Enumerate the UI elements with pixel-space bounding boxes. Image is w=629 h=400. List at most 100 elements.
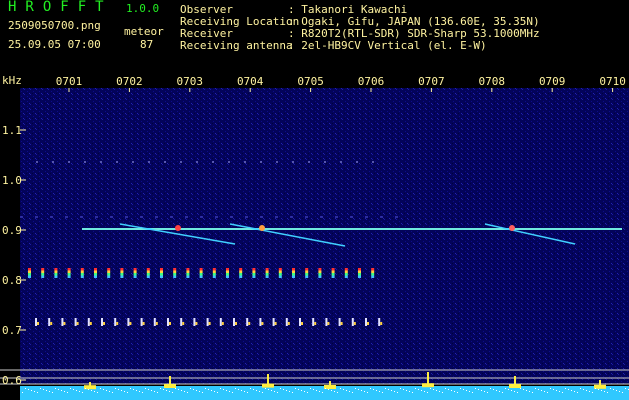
amplitude-noise: [145, 388, 146, 389]
amplitude-noise: [55, 388, 56, 389]
amplitude-noise: [382, 392, 383, 393]
pulse-segment: [160, 275, 163, 278]
amplitude-noise: [319, 391, 320, 392]
amplitude-noise: [280, 388, 281, 389]
amplitude-noise: [496, 390, 497, 391]
pulse-segment: [314, 322, 317, 325]
amplitude-peak: [329, 381, 331, 386]
amplitude-noise: [202, 392, 203, 393]
pulse-segment: [327, 322, 330, 325]
pulse-segment: [252, 275, 256, 278]
header: HROFFT 1.0.0 2509050700.png 25.09.05 07:…: [0, 0, 629, 72]
pulse-segment: [292, 275, 295, 278]
pulse-segment: [80, 273, 84, 276]
pulse-segment: [37, 322, 39, 325]
pulse-segment: [193, 318, 196, 326]
antenna-label: Receiving antenna: [180, 39, 293, 52]
amplitude-noise: [454, 391, 455, 392]
pulse-segment: [235, 322, 237, 325]
pulse-segment: [278, 268, 282, 271]
amplitude-noise: [196, 390, 197, 391]
pulse-segment: [76, 322, 79, 325]
pulse-segment: [358, 268, 361, 271]
amplitude-noise: [370, 388, 371, 389]
amplitude-noise: [436, 390, 437, 391]
pulse-segment: [186, 268, 190, 271]
amplitude-noise: [550, 388, 551, 389]
amplitude-noise: [133, 389, 134, 390]
amplitude-noise: [97, 392, 98, 393]
pulse-segment: [265, 275, 269, 278]
amplitude-noise: [334, 391, 335, 392]
amplitude-noise: [172, 392, 173, 393]
amplitude-noise: [79, 391, 80, 392]
time-label: 0704: [237, 75, 264, 88]
amplitude-noise: [304, 391, 305, 392]
amplitude-noise: [271, 390, 272, 391]
amplitude-noise: [553, 389, 554, 390]
pulse-segment: [180, 318, 183, 326]
pulse-segment: [94, 275, 97, 278]
amplitude-noise: [451, 390, 452, 391]
pulse-segment: [248, 322, 251, 325]
pulse-segment: [331, 268, 335, 271]
amplitude-noise: [199, 391, 200, 392]
amplitude-noise: [448, 389, 449, 390]
pulse-segment: [212, 268, 216, 271]
amplitude-noise: [361, 390, 362, 391]
pulse-segment: [212, 273, 216, 276]
amplitude-noise: [340, 388, 341, 389]
amplitude-noise: [502, 392, 503, 393]
pulse-segment: [120, 273, 124, 276]
amplitude-noise: [406, 390, 407, 391]
pulse-segment: [239, 275, 243, 278]
freq-label: 1.0: [2, 174, 22, 187]
amplitude-noise: [463, 389, 464, 390]
pulse-segment: [351, 318, 354, 326]
amplitude-noise: [232, 392, 233, 393]
pulse-segment: [261, 322, 264, 325]
pulse-segment: [107, 273, 111, 276]
pulse-segment: [28, 268, 31, 271]
meteor-head: [259, 225, 265, 231]
pulse-segment: [50, 322, 53, 325]
amplitude-peak: [599, 380, 601, 386]
pulse-segment: [186, 270, 190, 273]
amplitude-noise: [412, 392, 413, 393]
pulse-segment: [133, 268, 137, 271]
pulse-segment: [63, 322, 66, 325]
amplitude-noise: [238, 389, 239, 390]
pulse-segment: [265, 270, 269, 273]
amplitude-noise: [508, 389, 509, 390]
freq-label: 1.1: [2, 124, 22, 137]
pulse-segment: [146, 273, 150, 276]
amplitude-noise: [292, 392, 293, 393]
pulse-segment: [340, 322, 343, 325]
amplitude-noise: [439, 391, 440, 392]
pulse-segment: [169, 322, 171, 325]
amplitude-noise: [295, 388, 296, 389]
pulse-segment: [155, 322, 158, 325]
amplitude-noise: [31, 390, 32, 391]
amplitude-noise: [322, 392, 323, 393]
amplitude-noise: [103, 389, 104, 390]
amplitude-noise: [205, 388, 206, 389]
amplitude-noise: [127, 392, 128, 393]
pulse-segment: [199, 270, 203, 273]
amplitude-noise: [619, 391, 620, 392]
amplitude-noise: [25, 388, 26, 389]
pulse-segment: [301, 322, 303, 325]
pulse-segment: [344, 273, 348, 276]
amplitude-noise: [565, 388, 566, 389]
pulse-segment: [380, 322, 383, 325]
amplitude-noise: [388, 389, 389, 390]
amplitude-noise: [226, 390, 227, 391]
amplitude-noise: [34, 391, 35, 392]
amplitude-peak: [427, 372, 429, 386]
amplitude-noise: [610, 388, 611, 389]
pulse-segment: [107, 270, 111, 273]
amplitude-noise: [346, 390, 347, 391]
amplitude-noise: [460, 388, 461, 389]
amplitude-noise: [568, 389, 569, 390]
pulse-segment: [208, 322, 211, 325]
